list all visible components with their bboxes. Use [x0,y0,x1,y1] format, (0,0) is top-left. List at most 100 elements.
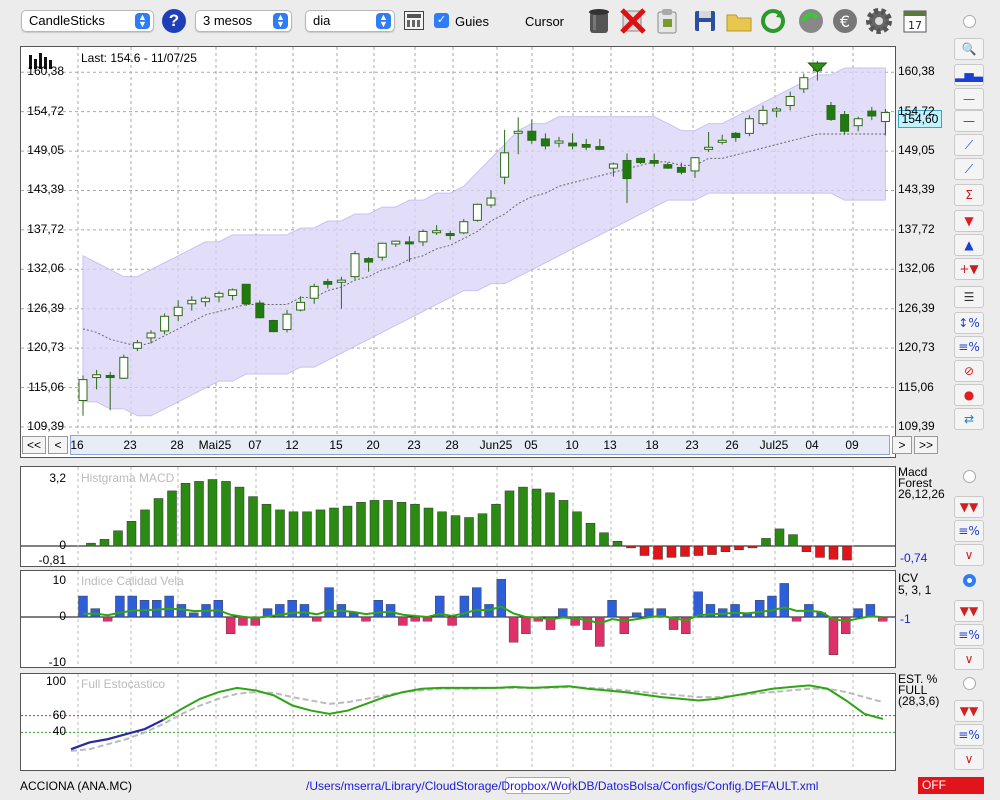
macd-bar [558,500,569,547]
delete-icon[interactable] [618,6,648,36]
signal-arrows-icon[interactable]: ▼▼ [954,700,984,722]
buy-arrow-icon[interactable]: ▲ [954,234,984,256]
icv-bar [139,600,150,618]
stochastic-panel: Full Estocastico [20,673,896,771]
candle [228,289,238,296]
blue-line-icon[interactable]: — [954,110,984,132]
x-tick-label: Mai25 [198,438,232,452]
candle [173,306,183,317]
fibonacci-icon[interactable]: Σ [954,184,984,206]
candle [418,230,428,243]
panel-radio[interactable] [963,677,976,690]
candle [200,297,210,303]
nav-next-button[interactable]: > [892,436,912,454]
scale-percent-icon[interactable]: ↕% [954,312,984,334]
y-tick-right: 132,06 [898,261,935,276]
panel-radio-main[interactable] [963,15,976,28]
grid-tool-icon[interactable]: ☰ [954,286,984,308]
icv-chart[interactable]: Indice Calidad Vela [21,571,895,667]
icv-bar [508,616,519,643]
update-icon[interactable] [796,6,826,36]
candle [472,203,482,221]
percent-lines-icon[interactable]: ≡% [954,520,984,542]
candle [78,379,88,401]
config-path-link[interactable]: /Users/mserra/Library/CloudStorage/Dropb… [306,779,818,793]
trash-icon[interactable] [584,6,614,36]
svg-text:17: 17 [908,19,922,32]
refresh-icon[interactable] [758,6,788,36]
x-tick-label: Jun25 [479,438,513,452]
x-tick-label: 15 [329,438,343,452]
icv-y-tick: 10 [52,573,66,587]
x-tick-label: 05 [524,438,538,452]
macd-bar [491,503,501,547]
stochastic-chart[interactable]: Full Estocastico [21,674,895,770]
guides-label: Guies [455,14,489,29]
x-tick-label: 26 [725,438,739,452]
icv-bar [299,604,310,618]
icv-panel: Indice Calidad Vela [20,570,896,668]
candle [690,157,700,172]
indicator-wave-icon[interactable]: ∨ [954,748,984,770]
macd-histogram-chart[interactable]: Histgrama MACD [21,467,895,566]
last-price-label: Last: 154.6 - 11/07/25 [81,51,197,65]
percent-lines-icon[interactable]: ≡% [954,336,984,358]
bars-tool-icon[interactable]: ▂▅▃ [954,64,984,86]
icv-bar [693,591,703,618]
stop-icon[interactable]: ⊘ [954,360,984,382]
help-icon[interactable]: ? [162,9,186,33]
y-tick-right: 143,39 [898,182,935,197]
macd-bar [234,486,245,547]
panel-radio[interactable] [963,470,976,483]
icv-bar [213,600,224,618]
signal-arrows-icon[interactable]: ▼▼ [954,496,984,518]
nav-last-button[interactable]: >> [914,436,938,454]
candle [500,152,510,178]
status-off-badge[interactable]: OFF [918,777,984,794]
macd-bar [842,545,852,561]
sell-arrow-icon[interactable]: ▼ [954,210,984,232]
nav-first-button[interactable]: << [22,436,46,454]
percent-lines-icon[interactable]: ≡% [954,724,984,746]
icv-bar [607,600,617,618]
chart-type-select[interactable]: CandleSticks ▲ ▼ [21,10,154,32]
signal-arrows-icon[interactable]: ▼▼ [954,600,984,622]
y-tick-left: 137,72 [27,221,64,236]
candle [92,374,102,379]
save-icon[interactable] [690,6,720,36]
folder-icon[interactable] [724,6,754,36]
y-tick-left: 126,39 [27,300,64,315]
app-window: CandleSticks ▲ ▼ ? 3 mesos ▲ ▼ dia ▲ ▼ ✓ Guies… [0,0,1000,800]
add-signal-icon[interactable]: +▼ [954,258,984,280]
clipboard-icon[interactable] [652,6,682,36]
indicator-wave-icon[interactable]: ∨ [954,544,984,566]
channel-icon[interactable]: ⟋ [954,134,984,156]
y-tick-left: 154,72 [27,103,64,118]
candle [377,242,387,258]
indicator-wave-icon[interactable]: ∨ [954,648,984,670]
stoch-k-line [162,684,884,721]
red-line-icon[interactable]: — [954,88,984,110]
guides-checkbox[interactable]: ✓ [434,13,449,28]
zoom-icon[interactable]: 🔍 [954,38,984,60]
icv-bar [853,608,863,618]
panel-radio[interactable] [963,574,976,587]
candle [554,140,564,144]
candle [853,118,863,127]
currency-icon[interactable]: € [830,6,860,36]
swap-icon[interactable]: ⇄ [954,408,984,430]
period-select[interactable]: 3 mesos ▲ ▼ [195,10,292,32]
macd-bar [248,496,258,547]
svg-text:€: € [840,12,850,31]
calendar-icon[interactable]: 17 [900,6,930,36]
record-icon[interactable]: ● [954,384,984,406]
candlestick-chart[interactable]: Last: 154.6 - 11/07/25 [21,47,895,457]
percent-lines-icon[interactable]: ≡% [954,624,984,646]
trendline-icon[interactable]: ⟋ [954,158,984,180]
candle [717,139,727,143]
calculator-icon[interactable] [404,11,424,30]
interval-select[interactable]: dia ▲ ▼ [305,10,395,32]
gear-icon[interactable] [864,6,894,36]
y-tick-left: 160,38 [27,64,64,79]
macd-bar [153,498,164,547]
